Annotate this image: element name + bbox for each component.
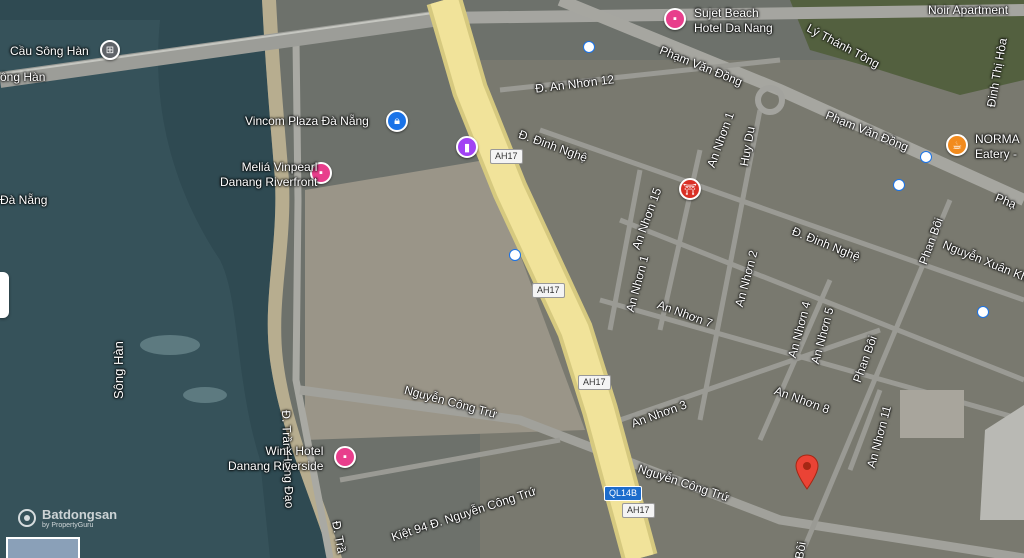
highway-shield: AH17 — [622, 503, 655, 518]
highway-shield: AH17 — [578, 375, 611, 390]
bus-stop-icon[interactable] — [509, 249, 521, 261]
restaurant-icon[interactable]: ☕︎ — [946, 134, 968, 156]
bridge-road-label: ông Hàn — [0, 70, 46, 84]
sujet-beach-label[interactable]: Sujet Beach Hotel Da Nang — [694, 6, 773, 36]
landmark-icon[interactable]: ⛩︎ — [679, 178, 701, 200]
noir-apartment-label: Noir Apartment — [928, 3, 1009, 17]
hotel-icon[interactable]: ▪ — [334, 446, 356, 468]
watermark-brand: Batdongsan — [42, 507, 118, 522]
bridge-landmark-icon[interactable]: ⊞ — [100, 40, 120, 60]
satellite-base — [0, 0, 1024, 558]
phan-boi-bottom-label: Bôi — [792, 540, 809, 558]
watermark: Batdongsan by PropertyGuru — [17, 507, 117, 529]
highway-shield: AH17 — [532, 283, 565, 298]
highway-shield: QL14B — [604, 486, 643, 501]
norma-eatery-label[interactable]: NORMA Eatery - — [975, 132, 1020, 162]
hotel-icon[interactable]: ▪ — [664, 8, 686, 30]
highway-shield: AH17 — [490, 149, 523, 164]
melia-vinpearl-label[interactable]: Meliá Vinpearl Danang Riverfront — [220, 160, 317, 190]
side-panel-toggle[interactable] — [0, 272, 9, 318]
location-pin-icon[interactable] — [795, 454, 819, 490]
bus-stop-icon[interactable] — [977, 306, 989, 318]
bus-stop-icon[interactable] — [893, 179, 905, 191]
store-icon[interactable]: ▮ — [456, 136, 478, 158]
bus-stop-icon[interactable] — [583, 41, 595, 53]
wink-hotel-label[interactable]: Wink Hotel Danang Riverside — [228, 444, 323, 474]
map-layer-toggle[interactable] — [6, 537, 80, 558]
vincom-plaza-label[interactable]: Vincom Plaza Đà Nẵng — [245, 114, 369, 129]
map-canvas[interactable]: ông Hàn Đà Nẵng Sông Hàn Noir Apartment … — [0, 0, 1024, 558]
river-label: Sông Hàn — [111, 341, 126, 399]
watermark-sub: by PropertyGuru — [42, 522, 94, 529]
city-label: Đà Nẵng — [0, 193, 48, 207]
batdongsan-logo-icon — [18, 509, 36, 527]
bridge-label: Cầu Sông Hàn — [10, 44, 89, 58]
shopping-bag-icon[interactable]: 🔒︎ — [386, 110, 408, 132]
bus-stop-icon[interactable] — [920, 151, 932, 163]
